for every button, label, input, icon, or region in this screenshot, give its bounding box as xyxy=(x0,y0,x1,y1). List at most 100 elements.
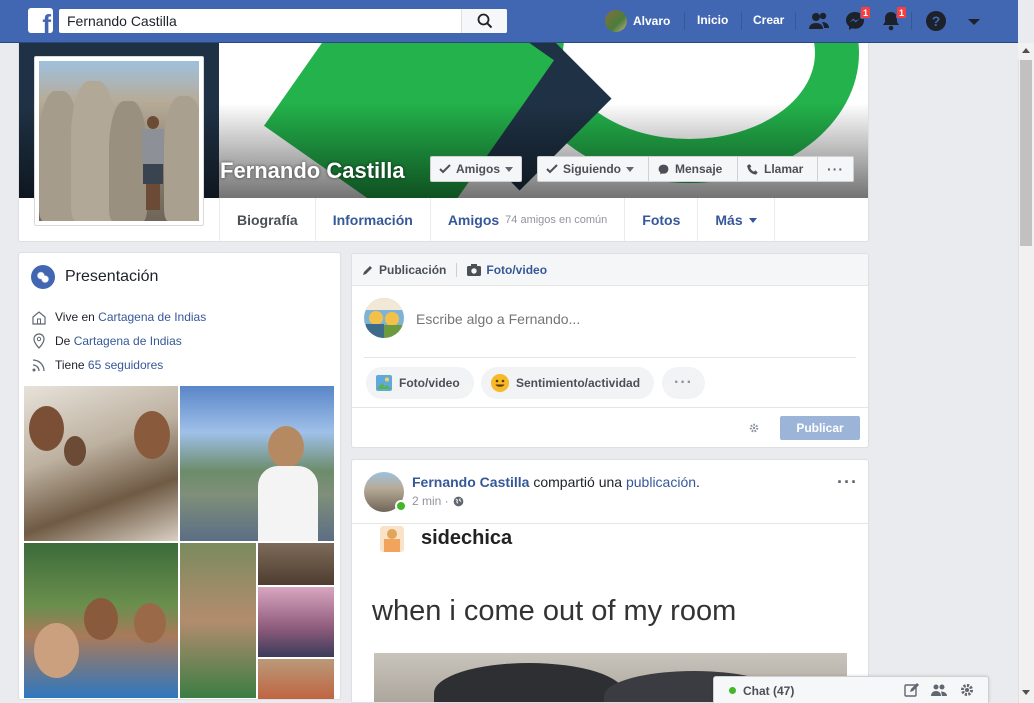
composer-text-input[interactable] xyxy=(416,311,836,327)
pencil-icon xyxy=(363,265,372,275)
search-input[interactable] xyxy=(59,9,459,33)
photo-thumbnail[interactable] xyxy=(258,543,334,585)
account-menu-chevron-down-icon[interactable] xyxy=(962,9,986,33)
more-options-button[interactable]: ··· xyxy=(817,156,854,182)
nav-divider xyxy=(684,12,685,30)
rss-icon xyxy=(32,359,45,372)
following-button[interactable]: Siguiendo xyxy=(537,156,649,182)
compose-message-icon[interactable] xyxy=(904,682,920,698)
followers-link[interactable]: 65 seguidores xyxy=(88,358,163,372)
phone-icon xyxy=(747,163,758,175)
from-prefix: De xyxy=(55,334,71,348)
chevron-down-icon xyxy=(626,166,634,172)
messages-badge: 1 xyxy=(859,6,871,19)
chevron-down-icon xyxy=(505,166,514,172)
notifications-badge: 1 xyxy=(895,6,907,19)
intro-from: De Cartagena de Indias xyxy=(31,333,182,349)
more-dots-icon: ··· xyxy=(674,374,693,391)
tab-biografia[interactable]: Biografía xyxy=(220,198,316,241)
profile-picture[interactable] xyxy=(34,56,204,226)
online-status-icon xyxy=(729,687,736,694)
globe-icon xyxy=(31,265,55,289)
scroll-up-arrow-icon[interactable] xyxy=(1018,43,1034,59)
avatar xyxy=(605,10,627,32)
new-group-icon[interactable] xyxy=(931,682,947,698)
top-navigation-bar: f Alvaro Inicio Crear 1 1 ? xyxy=(0,0,1018,43)
gear-icon[interactable] xyxy=(748,422,760,434)
composer-tab-photo[interactable]: Foto/video xyxy=(467,263,547,277)
globe-icon xyxy=(453,496,464,506)
chat-bar[interactable]: Chat (47) xyxy=(713,676,989,703)
scrollbar-thumb[interactable] xyxy=(1020,60,1032,246)
intro-header: Presentación xyxy=(31,265,158,289)
post-author-link[interactable]: Fernando Castilla xyxy=(412,474,529,490)
chat-label[interactable]: Chat (47) xyxy=(743,684,794,698)
friends-button-label: Amigos xyxy=(456,162,501,176)
meme-account-icon xyxy=(380,526,404,552)
composer-tab-post[interactable]: Publicación xyxy=(362,263,446,277)
tab-mas[interactable]: Más xyxy=(698,198,775,241)
tab-label: Más xyxy=(715,212,743,228)
search-icon xyxy=(477,13,493,29)
feeling-activity-label: Sentimiento/actividad xyxy=(516,376,641,390)
lives-city-link[interactable]: Cartagena de Indias xyxy=(98,310,206,324)
photo-thumbnail[interactable] xyxy=(180,386,334,541)
post-time-text[interactable]: 2 min · xyxy=(412,494,449,508)
checkmark-icon xyxy=(546,164,558,174)
profile-photo-image xyxy=(39,61,199,221)
photo-thumbnail[interactable] xyxy=(258,587,334,657)
tab-label: Amigos xyxy=(447,212,500,228)
photo-thumbnail[interactable] xyxy=(24,386,178,541)
home-icon xyxy=(32,311,46,325)
tab-amigos[interactable]: Amigos 74 amigos en común xyxy=(431,198,626,241)
tab-informacion[interactable]: Información xyxy=(316,198,431,241)
message-button[interactable]: Mensaje xyxy=(648,156,738,182)
divider xyxy=(456,262,458,277)
help-icon[interactable]: ? xyxy=(924,9,948,33)
search-button[interactable] xyxy=(461,9,507,33)
lives-prefix: Vive en xyxy=(55,310,95,324)
friend-requests-icon[interactable] xyxy=(807,9,831,33)
photo-thumbnail[interactable] xyxy=(180,543,256,698)
post-action: compartió una xyxy=(533,474,623,490)
chat-settings-gear-icon[interactable] xyxy=(959,682,975,698)
post-composer: Publicación Foto/video Foto/video Sentim… xyxy=(351,253,869,448)
post-menu-icon[interactable]: ··· xyxy=(837,472,858,493)
following-button-label: Siguiendo xyxy=(563,162,621,176)
nav-divider xyxy=(741,12,742,30)
nav-home-link[interactable]: Inicio xyxy=(697,13,728,27)
intro-title: Presentación xyxy=(65,268,159,285)
checkmark-icon xyxy=(439,164,451,174)
nav-create-link[interactable]: Crear xyxy=(753,13,784,27)
divider xyxy=(352,407,868,408)
more-options-button[interactable]: ··· xyxy=(662,367,705,399)
scroll-down-arrow-icon[interactable] xyxy=(1022,690,1030,695)
meme-username: sidechica xyxy=(421,527,513,549)
smiley-icon xyxy=(491,374,509,392)
photo-thumbnail[interactable] xyxy=(24,543,178,698)
photo-thumbnail[interactable] xyxy=(258,659,334,699)
post-object-link[interactable]: publicación xyxy=(626,474,696,490)
from-city-link[interactable]: Cartagena de Indias xyxy=(74,334,182,348)
tab-label: Fotos xyxy=(642,212,681,228)
nav-profile-link[interactable]: Alvaro xyxy=(605,9,670,33)
nav-divider xyxy=(911,12,912,30)
intro-followers: Tiene 65 seguidores xyxy=(31,357,163,373)
composer-tabs: Publicación Foto/video xyxy=(352,254,868,286)
mutual-friends-count: 74 amigos en común xyxy=(505,214,608,226)
publish-button[interactable]: Publicar xyxy=(780,416,860,440)
notifications-bell-icon[interactable]: 1 xyxy=(879,6,907,33)
photo-video-button[interactable]: Foto/video xyxy=(366,367,474,399)
call-button-label: Llamar xyxy=(764,162,804,176)
messenger-icon[interactable]: 1 xyxy=(843,6,871,33)
tab-fotos[interactable]: Fotos xyxy=(625,198,699,241)
divider xyxy=(352,523,868,524)
facebook-logo-icon[interactable]: f xyxy=(28,8,53,33)
post-header: Fernando Castilla compartió una publicac… xyxy=(412,474,700,490)
messenger-icon xyxy=(658,164,669,174)
call-button[interactable]: Llamar xyxy=(737,156,818,182)
feeling-activity-button[interactable]: Sentimiento/actividad xyxy=(481,367,655,399)
profile-name[interactable]: Fernando Castilla xyxy=(220,158,405,184)
profile-header-card: Fernando Castilla Amigos Siguiendo Mensa… xyxy=(18,43,869,242)
friends-button[interactable]: Amigos xyxy=(430,156,523,182)
